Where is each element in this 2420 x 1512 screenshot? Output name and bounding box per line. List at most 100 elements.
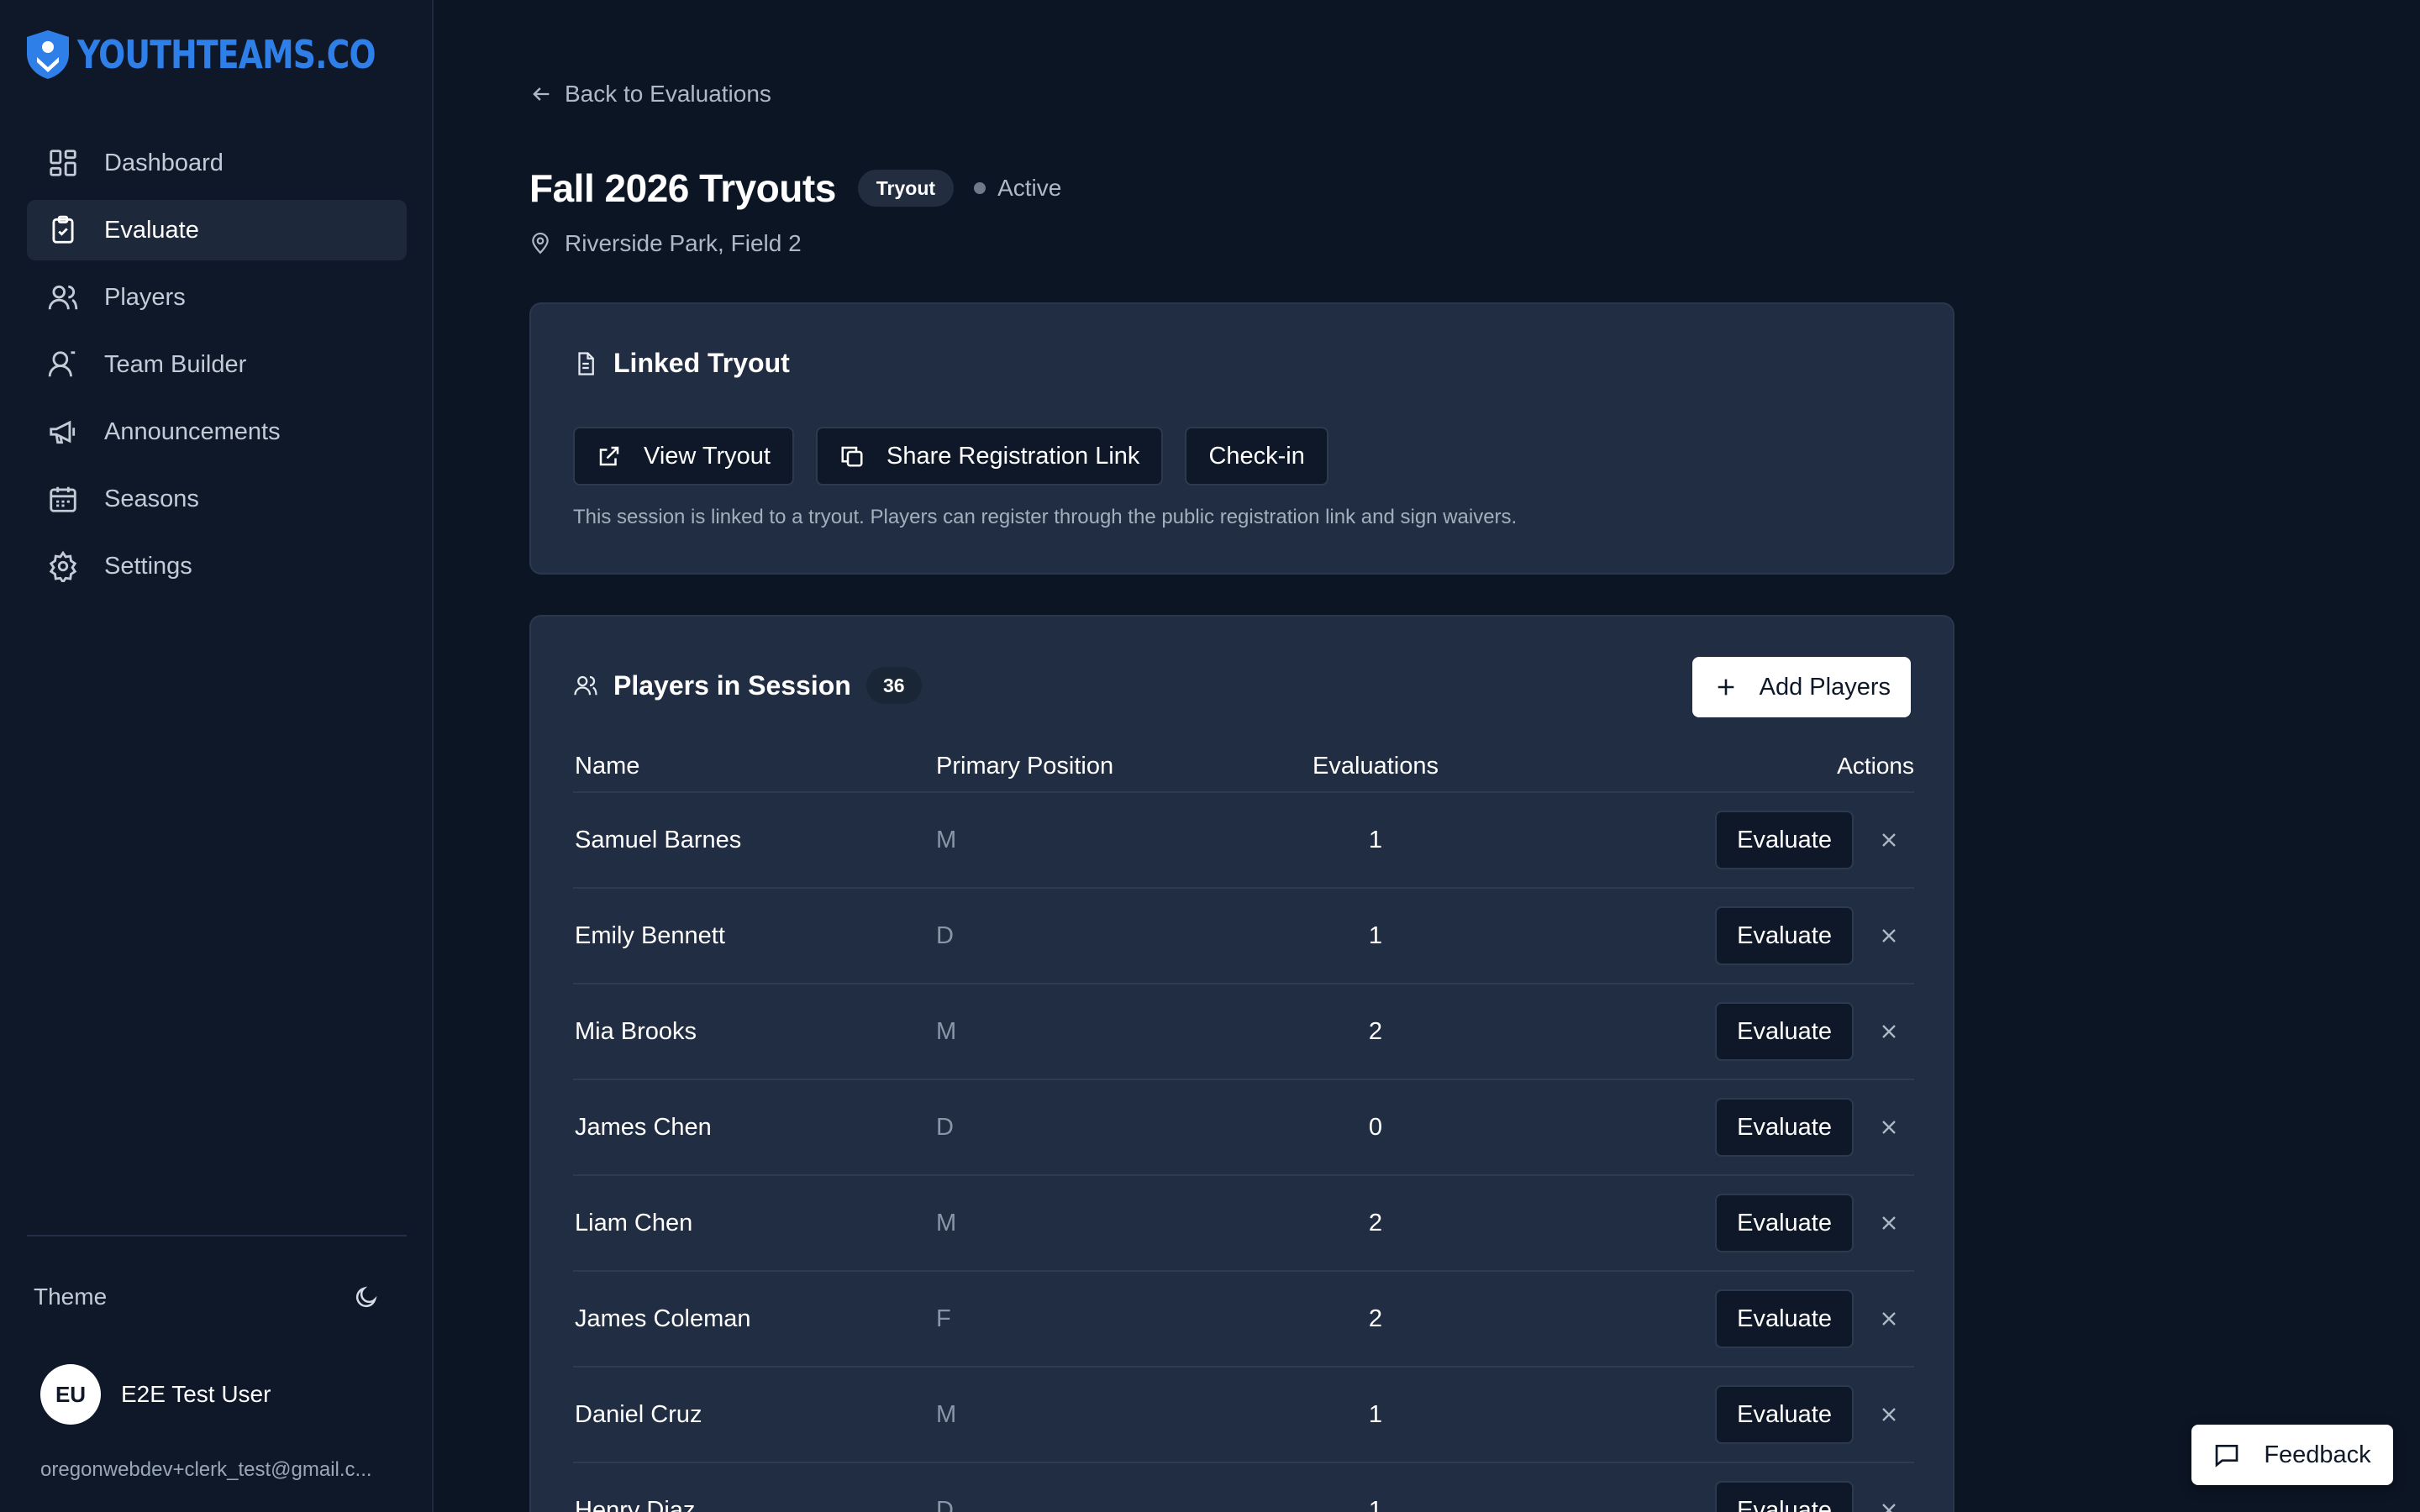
- linked-tryout-actions: View Tryout Share Registration Link Chec…: [573, 427, 1350, 486]
- add-players-button[interactable]: Add Players: [1691, 657, 1911, 717]
- feedback-label: Feedback: [2264, 1441, 2371, 1468]
- evaluate-button[interactable]: Evaluate: [1715, 1194, 1854, 1252]
- arrow-left-icon: [529, 82, 565, 106]
- sidebar-item-dashboard[interactable]: Dashboard: [27, 133, 407, 193]
- player-name: Emily Bennett: [575, 921, 725, 949]
- sidebar-item-team-builder[interactable]: Team Builder: [27, 334, 407, 395]
- row-actions: Evaluate: [1489, 1098, 1914, 1157]
- row-actions: Evaluate: [1489, 1385, 1914, 1444]
- evaluate-button[interactable]: Evaluate: [1715, 1098, 1854, 1157]
- plus-icon: [1714, 675, 1760, 699]
- status-indicator: Active: [974, 175, 1061, 202]
- sidebar-item-players[interactable]: Players: [27, 267, 407, 328]
- session-type-badge: Tryout: [857, 170, 955, 207]
- theme-toggle-button[interactable]: [346, 1277, 387, 1317]
- remove-player-button[interactable]: [1872, 1302, 1906, 1336]
- sidebar-item-label: Seasons: [104, 485, 199, 512]
- gear-icon: [47, 550, 79, 582]
- sidebar-item-evaluate[interactable]: Evaluate: [27, 200, 407, 260]
- sidebar-item-label: Players: [104, 283, 186, 311]
- players-in-session-card: Players in Session 36 Add Players Name P…: [529, 615, 1954, 1512]
- location: Riverside Park, Field 2: [529, 230, 802, 257]
- table-row: Daniel Cruz M 1 Evaluate: [573, 1368, 1914, 1463]
- title-row: Fall 2026 Tryouts Tryout Active: [529, 163, 1061, 213]
- clipboard-check-icon: [47, 214, 79, 246]
- player-position: M: [936, 1017, 957, 1045]
- table-row: Samuel Barnes M 1 Evaluate: [573, 793, 1914, 889]
- page-title: Fall 2026 Tryouts: [529, 166, 836, 210]
- status-dot-icon: [974, 182, 986, 194]
- sidebar-item-settings[interactable]: Settings: [27, 536, 407, 596]
- remove-player-button[interactable]: [1872, 1398, 1906, 1431]
- back-to-evaluations-link[interactable]: Back to Evaluations: [529, 81, 771, 108]
- evaluate-button[interactable]: Evaluate: [1715, 1481, 1854, 1512]
- users-icon: [47, 281, 79, 313]
- close-icon: [1877, 1020, 1901, 1043]
- file-text-icon: [573, 350, 598, 377]
- player-evaluations-count: 2: [1368, 1017, 1383, 1045]
- moon-icon: [354, 1284, 379, 1310]
- sidebar-nav: Dashboard Evaluate Players Team Builder …: [27, 133, 407, 603]
- copy-icon: [839, 444, 886, 469]
- sidebar-item-label: Announcements: [104, 417, 281, 445]
- table-header: Name Primary Position Evaluations Action…: [573, 741, 1914, 793]
- sidebar-item-label: Evaluate: [104, 216, 199, 244]
- player-name: Liam Chen: [575, 1209, 693, 1236]
- player-count-badge: 36: [865, 667, 922, 704]
- player-evaluations-count: 1: [1368, 826, 1383, 853]
- player-evaluations-count: 1: [1368, 1400, 1383, 1428]
- evaluate-button[interactable]: Evaluate: [1715, 811, 1854, 869]
- user-name: E2E Test User: [121, 1381, 271, 1407]
- row-actions: Evaluate: [1489, 1289, 1914, 1348]
- player-position: M: [936, 826, 957, 853]
- remove-player-button[interactable]: [1872, 823, 1906, 857]
- user-cog-icon: [47, 349, 79, 381]
- users-icon: [573, 673, 598, 698]
- avatar: EU: [40, 1364, 101, 1425]
- remove-player-button[interactable]: [1872, 919, 1906, 953]
- check-in-button[interactable]: Check-in: [1185, 427, 1328, 486]
- evaluate-button[interactable]: Evaluate: [1715, 906, 1854, 965]
- share-registration-link-button[interactable]: Share Registration Link: [815, 427, 1164, 486]
- feedback-button[interactable]: Feedback: [2191, 1425, 2393, 1485]
- app-logo[interactable]: YOUTHTEAMS.CO: [25, 29, 441, 81]
- table-body: Samuel Barnes M 1 Evaluate Emily Bennett D 1 Ev…: [573, 793, 1914, 1512]
- player-evaluations-count: 0: [1368, 1113, 1383, 1141]
- table-row: Henry Diaz D 1 Evaluate: [573, 1463, 1914, 1512]
- player-evaluations-count: 2: [1368, 1305, 1383, 1332]
- remove-player-button[interactable]: [1872, 1110, 1906, 1144]
- player-position: D: [936, 1113, 954, 1141]
- player-position: F: [936, 1305, 951, 1332]
- column-header-position: Primary Position: [936, 752, 1114, 780]
- map-pin-icon: [529, 232, 565, 255]
- player-position: M: [936, 1209, 957, 1236]
- remove-player-button[interactable]: [1872, 1015, 1906, 1048]
- theme-row: Theme: [34, 1277, 387, 1317]
- view-tryout-button[interactable]: View Tryout: [573, 427, 794, 486]
- player-name: James Coleman: [575, 1305, 751, 1332]
- sidebar-divider: [27, 1235, 407, 1236]
- user-profile[interactable]: EU E2E Test User: [40, 1364, 271, 1425]
- linked-tryout-header: Linked Tryout: [573, 348, 790, 379]
- view-tryout-label: View Tryout: [644, 442, 771, 470]
- evaluate-button[interactable]: Evaluate: [1715, 1002, 1854, 1061]
- evaluate-button[interactable]: Evaluate: [1715, 1385, 1854, 1444]
- calendar-icon: [47, 483, 79, 515]
- row-actions: Evaluate: [1489, 1002, 1914, 1061]
- table-row: James Coleman F 2 Evaluate: [573, 1272, 1914, 1368]
- linked-tryout-title: Linked Tryout: [613, 348, 790, 378]
- column-header-name: Name: [575, 752, 640, 780]
- sidebar-item-announcements[interactable]: Announcements: [27, 402, 407, 462]
- evaluate-button[interactable]: Evaluate: [1715, 1289, 1854, 1348]
- remove-player-button[interactable]: [1872, 1494, 1906, 1512]
- location-text: Riverside Park, Field 2: [565, 230, 802, 256]
- table-row: Emily Bennett D 1 Evaluate: [573, 889, 1914, 984]
- close-icon: [1877, 1499, 1901, 1512]
- close-icon: [1877, 828, 1901, 852]
- remove-player-button[interactable]: [1872, 1206, 1906, 1240]
- table-row: Mia Brooks M 2 Evaluate: [573, 984, 1914, 1080]
- add-players-label: Add Players: [1759, 673, 1891, 701]
- sidebar-item-seasons[interactable]: Seasons: [27, 469, 407, 529]
- theme-label: Theme: [34, 1284, 108, 1310]
- close-icon: [1877, 1116, 1901, 1139]
